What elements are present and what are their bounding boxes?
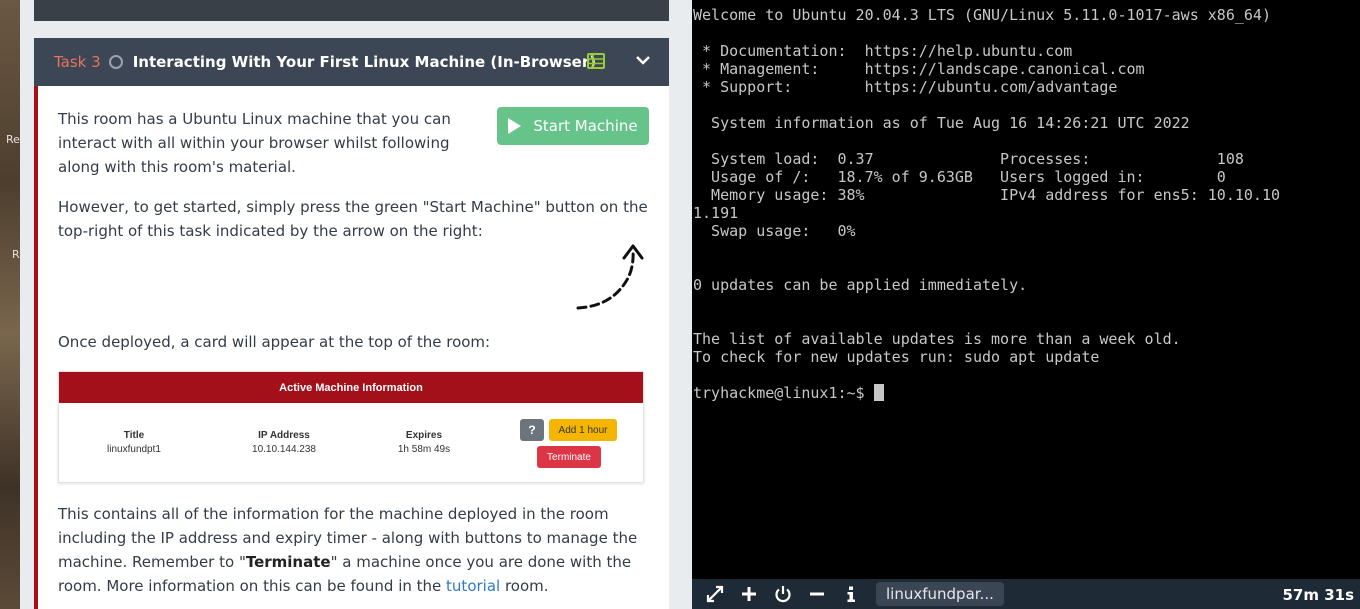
desktop-background: Re R (0, 0, 20, 609)
machine-tab[interactable]: linuxfundpar... (876, 582, 1004, 606)
terminal-cursor (873, 384, 884, 401)
minus-icon[interactable] (806, 583, 828, 605)
terminal-line: 0 updates can be applied immediately. (693, 276, 1028, 294)
terminal-line: Memory usage: 38% IPv4 address for ens5:… (693, 186, 1280, 204)
terminal-line: Usage of /: 18.7% of 9.63GB Users logged… (693, 168, 1226, 186)
terminal-line: tryhackme@linux1:~$ (693, 384, 1360, 402)
terminal-window[interactable]: Welcome to Ubuntu 20.04.3 LTS (GNU/Linux… (692, 0, 1360, 579)
example-help-button: ? (520, 419, 544, 441)
example-machine-card: Active Machine Information Title linuxfu… (58, 371, 644, 483)
chevron-down-icon[interactable] (635, 54, 651, 66)
session-timer: 57m 31s (1282, 586, 1354, 604)
task-status-circle-icon (108, 55, 123, 69)
example-title-column: Title linuxfundpt1 (89, 430, 179, 455)
play-icon (508, 118, 522, 134)
terminal-line: System information as of Tue Aug 16 14:2… (693, 114, 1190, 132)
terminal-line: * Support: https://ubuntu.com/advantage (693, 78, 1118, 96)
previous-task-card (34, 0, 669, 21)
info-icon[interactable] (840, 583, 862, 605)
start-machine-label: Start Machine (533, 117, 638, 135)
task-paragraph-1: This room has a Ubuntu Linux machine tha… (58, 110, 451, 176)
example-ip-label: IP Address (258, 430, 310, 441)
example-expires-value: 1h 58m 49s (397, 444, 451, 455)
terminal-line: Swap usage: 0% (693, 222, 856, 240)
task-header[interactable]: Task 3 Interacting With Your First Linux… (34, 38, 669, 86)
task-list-icon[interactable] (587, 53, 605, 69)
terminal-line: * Management: https://landscape.canonica… (693, 60, 1145, 78)
task-paragraph-2: However, to get started, simply press th… (58, 198, 648, 240)
example-title-label: Title (123, 430, 145, 441)
example-card-header: Active Machine Information (59, 372, 643, 403)
example-ip-value: 10.10.144.238 (252, 444, 316, 455)
task-paragraph-4: This contains all of the information for… (58, 502, 658, 598)
terminal-line: * Documentation: https://help.ubuntu.com (693, 42, 1073, 60)
example-expires-column: Expires 1h 58m 49s (379, 430, 469, 455)
example-add-hour-button: Add 1 hour (549, 419, 617, 441)
terminal-toolbar: linuxfundpar... 57m 31s (692, 579, 1360, 609)
example-terminate-button: Terminate (537, 446, 601, 468)
example-ip-column: IP Address 10.10.144.238 (219, 430, 349, 455)
power-icon[interactable] (772, 583, 794, 605)
tutorial-link[interactable]: tutorial (446, 577, 500, 595)
terminal-line: Welcome to Ubuntu 20.04.3 LTS (GNU/Linux… (693, 6, 1271, 24)
task-paragraph-3: Once deployed, a card will appear at the… (58, 333, 491, 351)
plus-icon[interactable] (738, 583, 760, 605)
p4-text-c: room. (500, 577, 549, 595)
curved-arrow-icon (576, 244, 644, 310)
task-number: Task 3 (54, 53, 101, 71)
desktop-text-fragment: R (12, 248, 20, 261)
task-body: This room has a Ubuntu Linux machine tha… (34, 86, 669, 609)
room-content-panel: Task 3 Interacting With Your First Linux… (20, 0, 692, 609)
terminal-line: System load: 0.37 Processes: 108 (693, 150, 1244, 168)
p4-terminate-term: Terminate (245, 553, 331, 571)
desktop-text-fragment: Re (6, 133, 20, 146)
terminal-line: 1.191 (693, 204, 739, 222)
example-expires-label: Expires (405, 430, 443, 441)
expand-icon[interactable] (704, 583, 726, 605)
task-title: Interacting With Your First Linux Machin… (132, 53, 597, 71)
terminal-line: To check for new updates run: sudo apt u… (693, 348, 1100, 366)
start-machine-button[interactable]: Start Machine (497, 107, 649, 145)
example-title-value: linuxfundpt1 (107, 444, 161, 455)
terminal-line: The list of available updates is more th… (693, 330, 1181, 348)
